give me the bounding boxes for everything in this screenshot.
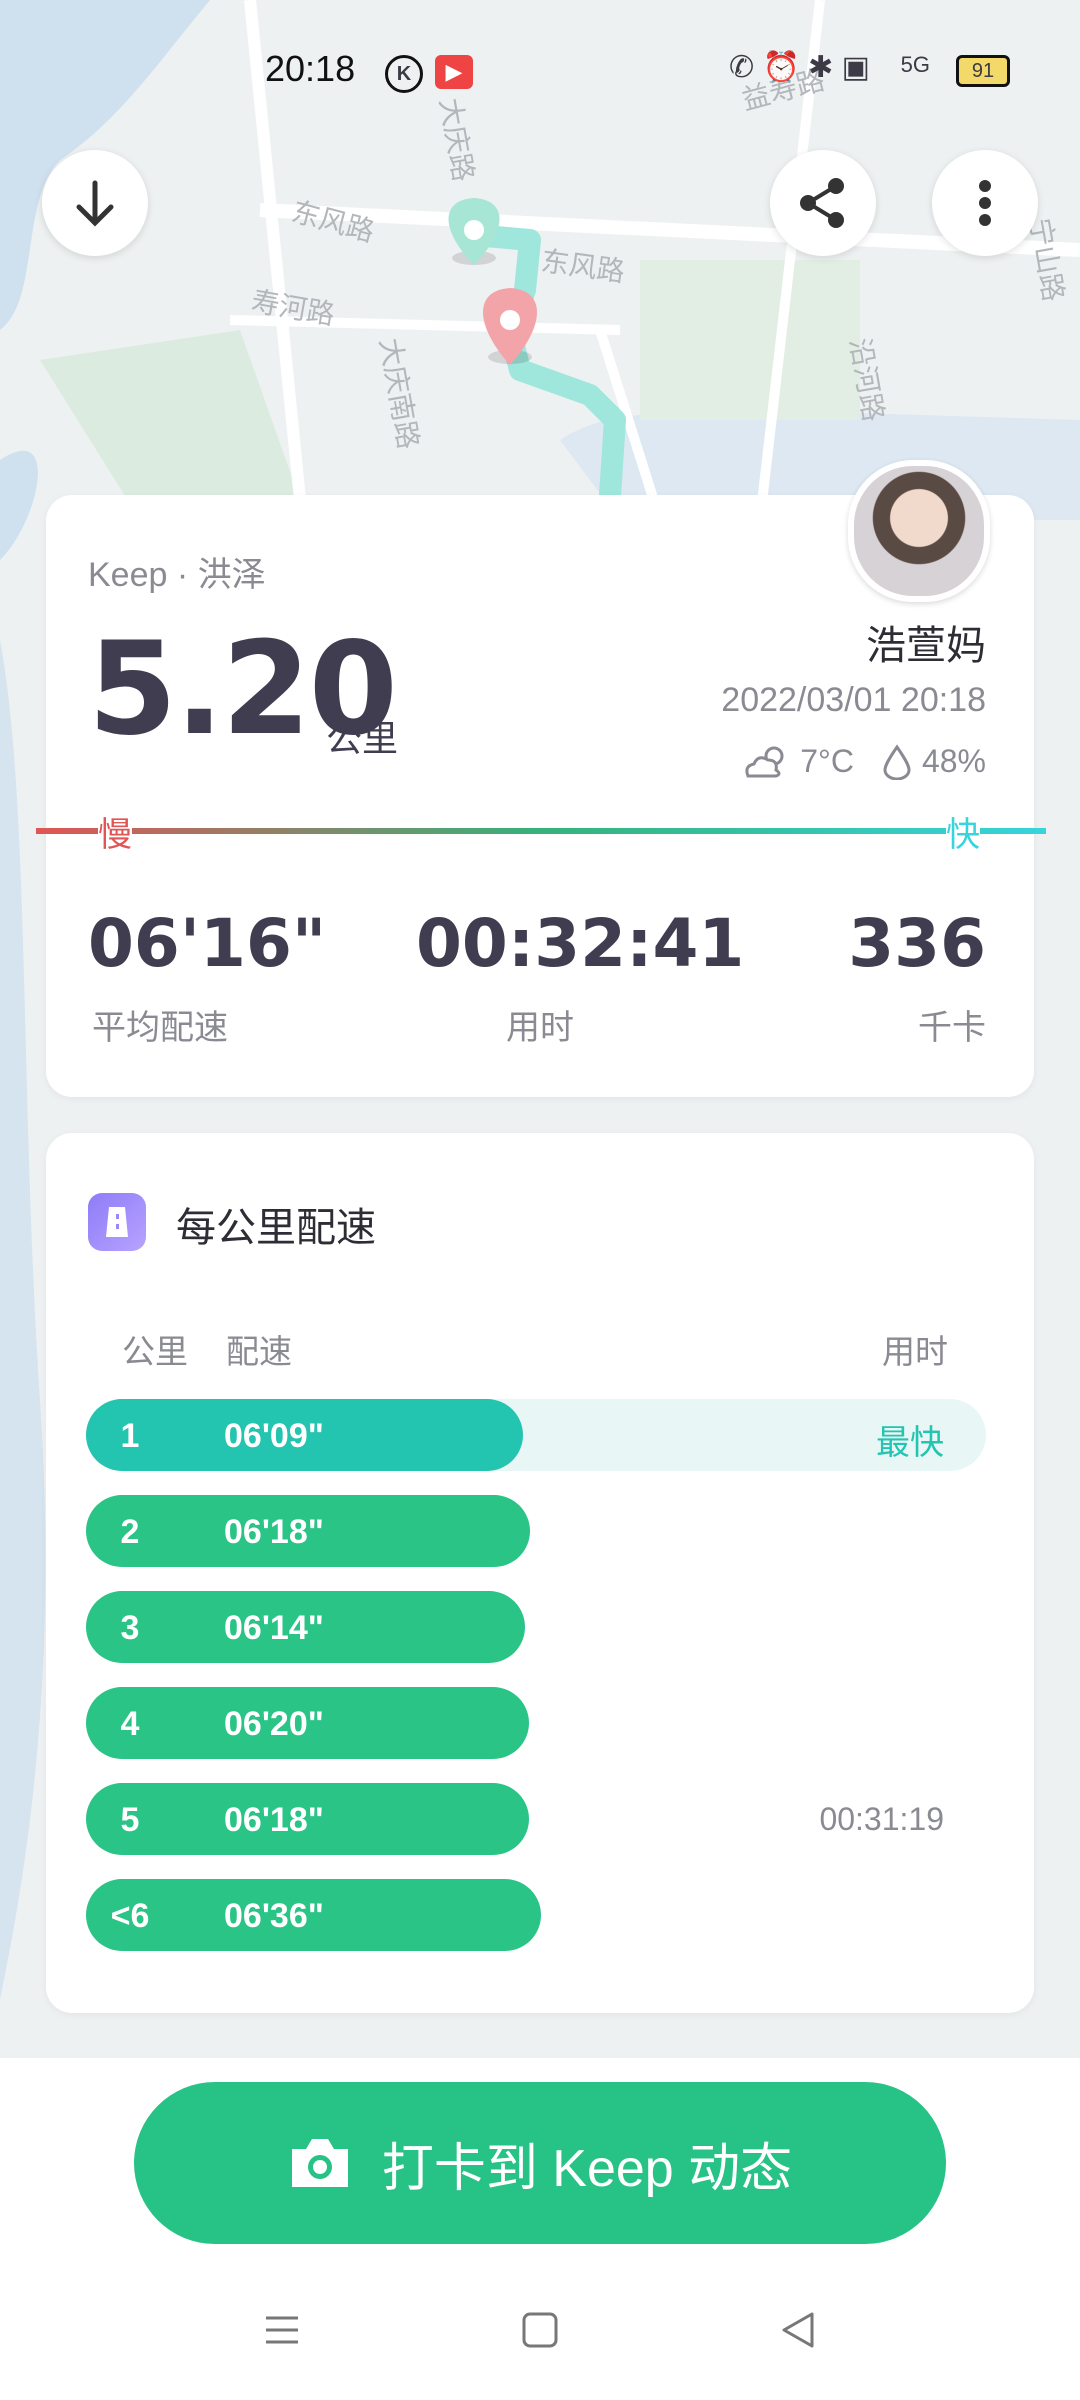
avg-pace-value: 06'16"	[88, 905, 327, 982]
col-time-header: 用时	[882, 1333, 948, 1370]
avatar[interactable]	[848, 460, 990, 602]
status-time: 20:18	[265, 48, 356, 89]
start-marker-icon	[448, 198, 500, 265]
pace-row-pace: 06'14"	[224, 1609, 324, 1647]
checkin-button[interactable]: 打卡到 Keep 动态	[134, 2082, 946, 2244]
weather-row: 7°C 48%	[742, 743, 986, 780]
pace-section-icon	[88, 1193, 146, 1251]
download-button[interactable]	[42, 150, 148, 256]
pace-row-km: 2	[120, 1513, 140, 1551]
pace-row: 4 06'20"	[86, 1687, 529, 1759]
humidity-drop-icon	[883, 743, 911, 780]
checkin-label: 打卡到 Keep 动态	[381, 2139, 793, 2198]
camera-icon	[291, 2139, 348, 2187]
more-vertical-icon	[979, 180, 991, 226]
speed-gradient-bar	[36, 828, 1046, 834]
duration-label: 用时	[506, 1009, 574, 1047]
pace-row-km: 5	[120, 1801, 140, 1839]
pace-row-pace: 06'18"	[224, 1801, 324, 1839]
share-button[interactable]	[770, 150, 876, 256]
pace-row: 1 06'09"	[86, 1399, 523, 1471]
pace-row-km: 3	[120, 1609, 140, 1647]
home-nav-icon[interactable]	[520, 2310, 560, 2350]
calories-value: 336	[848, 905, 986, 982]
status-bar: 20:18 K ▶ 5G ✆ ⏰ ✱ ▣ 91	[0, 0, 1080, 140]
fastest-label: 最快	[876, 1424, 944, 1462]
pace-row-pace: 06'09"	[224, 1417, 324, 1455]
network-label: 5G	[900, 52, 930, 77]
pace-row: 5 06'18"	[86, 1783, 529, 1855]
pace-row-time: 00:31:19	[819, 1801, 944, 1837]
signal-icon: ✆ ⏰ ✱ ▣	[729, 51, 870, 84]
arrow-down-icon	[76, 180, 114, 227]
pace-row-pace: 06'20"	[224, 1705, 324, 1743]
more-button[interactable]	[932, 150, 1038, 256]
col-pace-header: 配速	[226, 1333, 292, 1370]
pace-row: 3 06'14"	[86, 1591, 525, 1663]
distance-unit: 公里	[326, 719, 399, 760]
speed-slow-label: 慢	[98, 807, 132, 856]
pace-section-title: 每公里配速	[176, 1205, 376, 1251]
weather-temp: 7°C	[800, 743, 854, 779]
duration-value: 00:32:41	[416, 905, 745, 982]
share-icon	[800, 178, 844, 228]
pace-row-pace: 06'36"	[224, 1897, 324, 1935]
pace-row-km: 4	[120, 1705, 140, 1743]
pace-row-pace: 06'18"	[224, 1513, 324, 1551]
pace-row-km: <6	[110, 1897, 150, 1935]
pace-row: 2 06'18"	[86, 1495, 530, 1567]
k-app-icon: K	[385, 55, 423, 93]
pace-row-km: 1	[120, 1417, 140, 1455]
col-km-header: 公里	[122, 1333, 188, 1370]
end-marker-icon	[483, 288, 537, 365]
speed-fast-label: 快	[946, 807, 980, 856]
run-datetime: 2022/03/01 20:18	[721, 681, 986, 719]
video-app-icon: ▶	[435, 55, 473, 89]
weather-humidity: 48%	[921, 743, 986, 779]
back-nav-icon[interactable]	[778, 2310, 818, 2350]
pace-per-km-card: 每公里配速 公里 配速 用时 最快 1 06'09" 2 06'18" 3 06'14" 4…	[46, 1133, 1034, 2013]
menu-nav-icon[interactable]	[262, 2310, 302, 2350]
user-name: 浩萱妈	[866, 623, 986, 669]
battery-indicator: 91	[956, 55, 1010, 87]
pace-row: <6 06'36"	[86, 1879, 541, 1951]
source-label: Keep · 洪泽	[88, 556, 266, 594]
cloudy-sun-icon	[745, 746, 784, 777]
calories-label: 千卡	[918, 1009, 986, 1047]
avg-pace-label: 平均配速	[92, 1009, 228, 1047]
